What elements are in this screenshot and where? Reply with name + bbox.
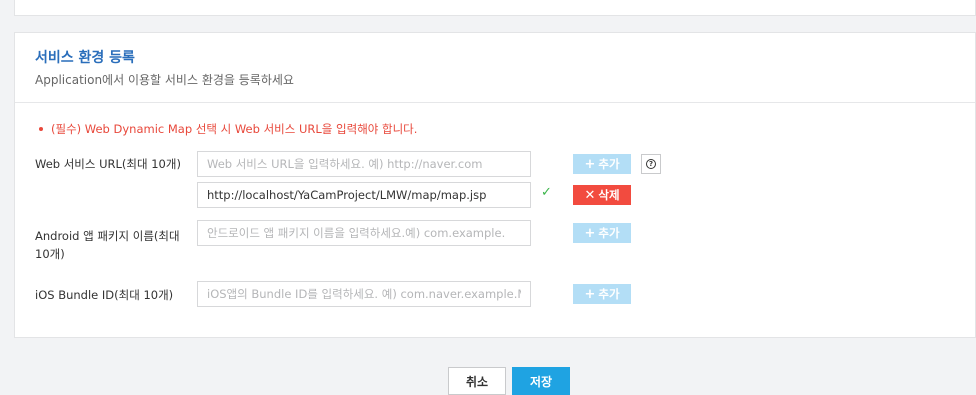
ios-bundle-label: iOS Bundle ID(최대 10개) — [35, 288, 174, 302]
android-package-input[interactable] — [197, 220, 531, 246]
bullet-icon — [39, 126, 43, 131]
ios-bundle-add-label: 추가 — [598, 287, 620, 301]
web-url-delete-label: 삭제 — [598, 188, 620, 202]
web-url-label: Web 서비스 URL(최대 10개) — [35, 157, 181, 171]
ios-bundle-add-button[interactable]: + 추가 — [573, 284, 631, 304]
ios-bundle-input[interactable] — [197, 281, 531, 307]
web-url-delete-button[interactable]: ✕ 삭제 — [573, 185, 631, 205]
close-icon: ✕ — [584, 187, 596, 203]
section-description: Application에서 이용할 서비스 환경을 등록하세요 — [35, 73, 294, 87]
web-url-add-label: 추가 — [598, 157, 620, 171]
android-package-add-label: 추가 — [598, 226, 620, 240]
android-package-add-button[interactable]: + 추가 — [573, 223, 631, 243]
web-url-add-button[interactable]: + 추가 — [573, 154, 631, 174]
service-environment-card: 서비스 환경 등록 Application에서 이용할 서비스 환경을 등록하세… — [14, 32, 976, 338]
section-divider — [15, 102, 975, 103]
section-title: 서비스 환경 등록 — [35, 50, 135, 66]
plus-icon: + — [584, 225, 596, 241]
question-circle-icon: ? — [646, 159, 656, 169]
previous-section-card — [14, 0, 976, 16]
required-notice: (필수) Web Dynamic Map 선택 시 Web 서비스 URL을 입… — [39, 121, 417, 137]
android-package-label: Android 앱 패키지 이름(최대 10개) — [35, 229, 180, 261]
plus-icon: + — [584, 286, 596, 302]
plus-icon: + — [584, 156, 596, 172]
check-icon: ✓ — [541, 185, 552, 200]
required-notice-text: (필수) Web Dynamic Map 선택 시 Web 서비스 URL을 입… — [51, 122, 418, 136]
web-url-input[interactable] — [197, 151, 531, 177]
web-url-entry-input[interactable] — [197, 182, 531, 208]
web-url-help-button[interactable]: ? — [641, 154, 661, 174]
